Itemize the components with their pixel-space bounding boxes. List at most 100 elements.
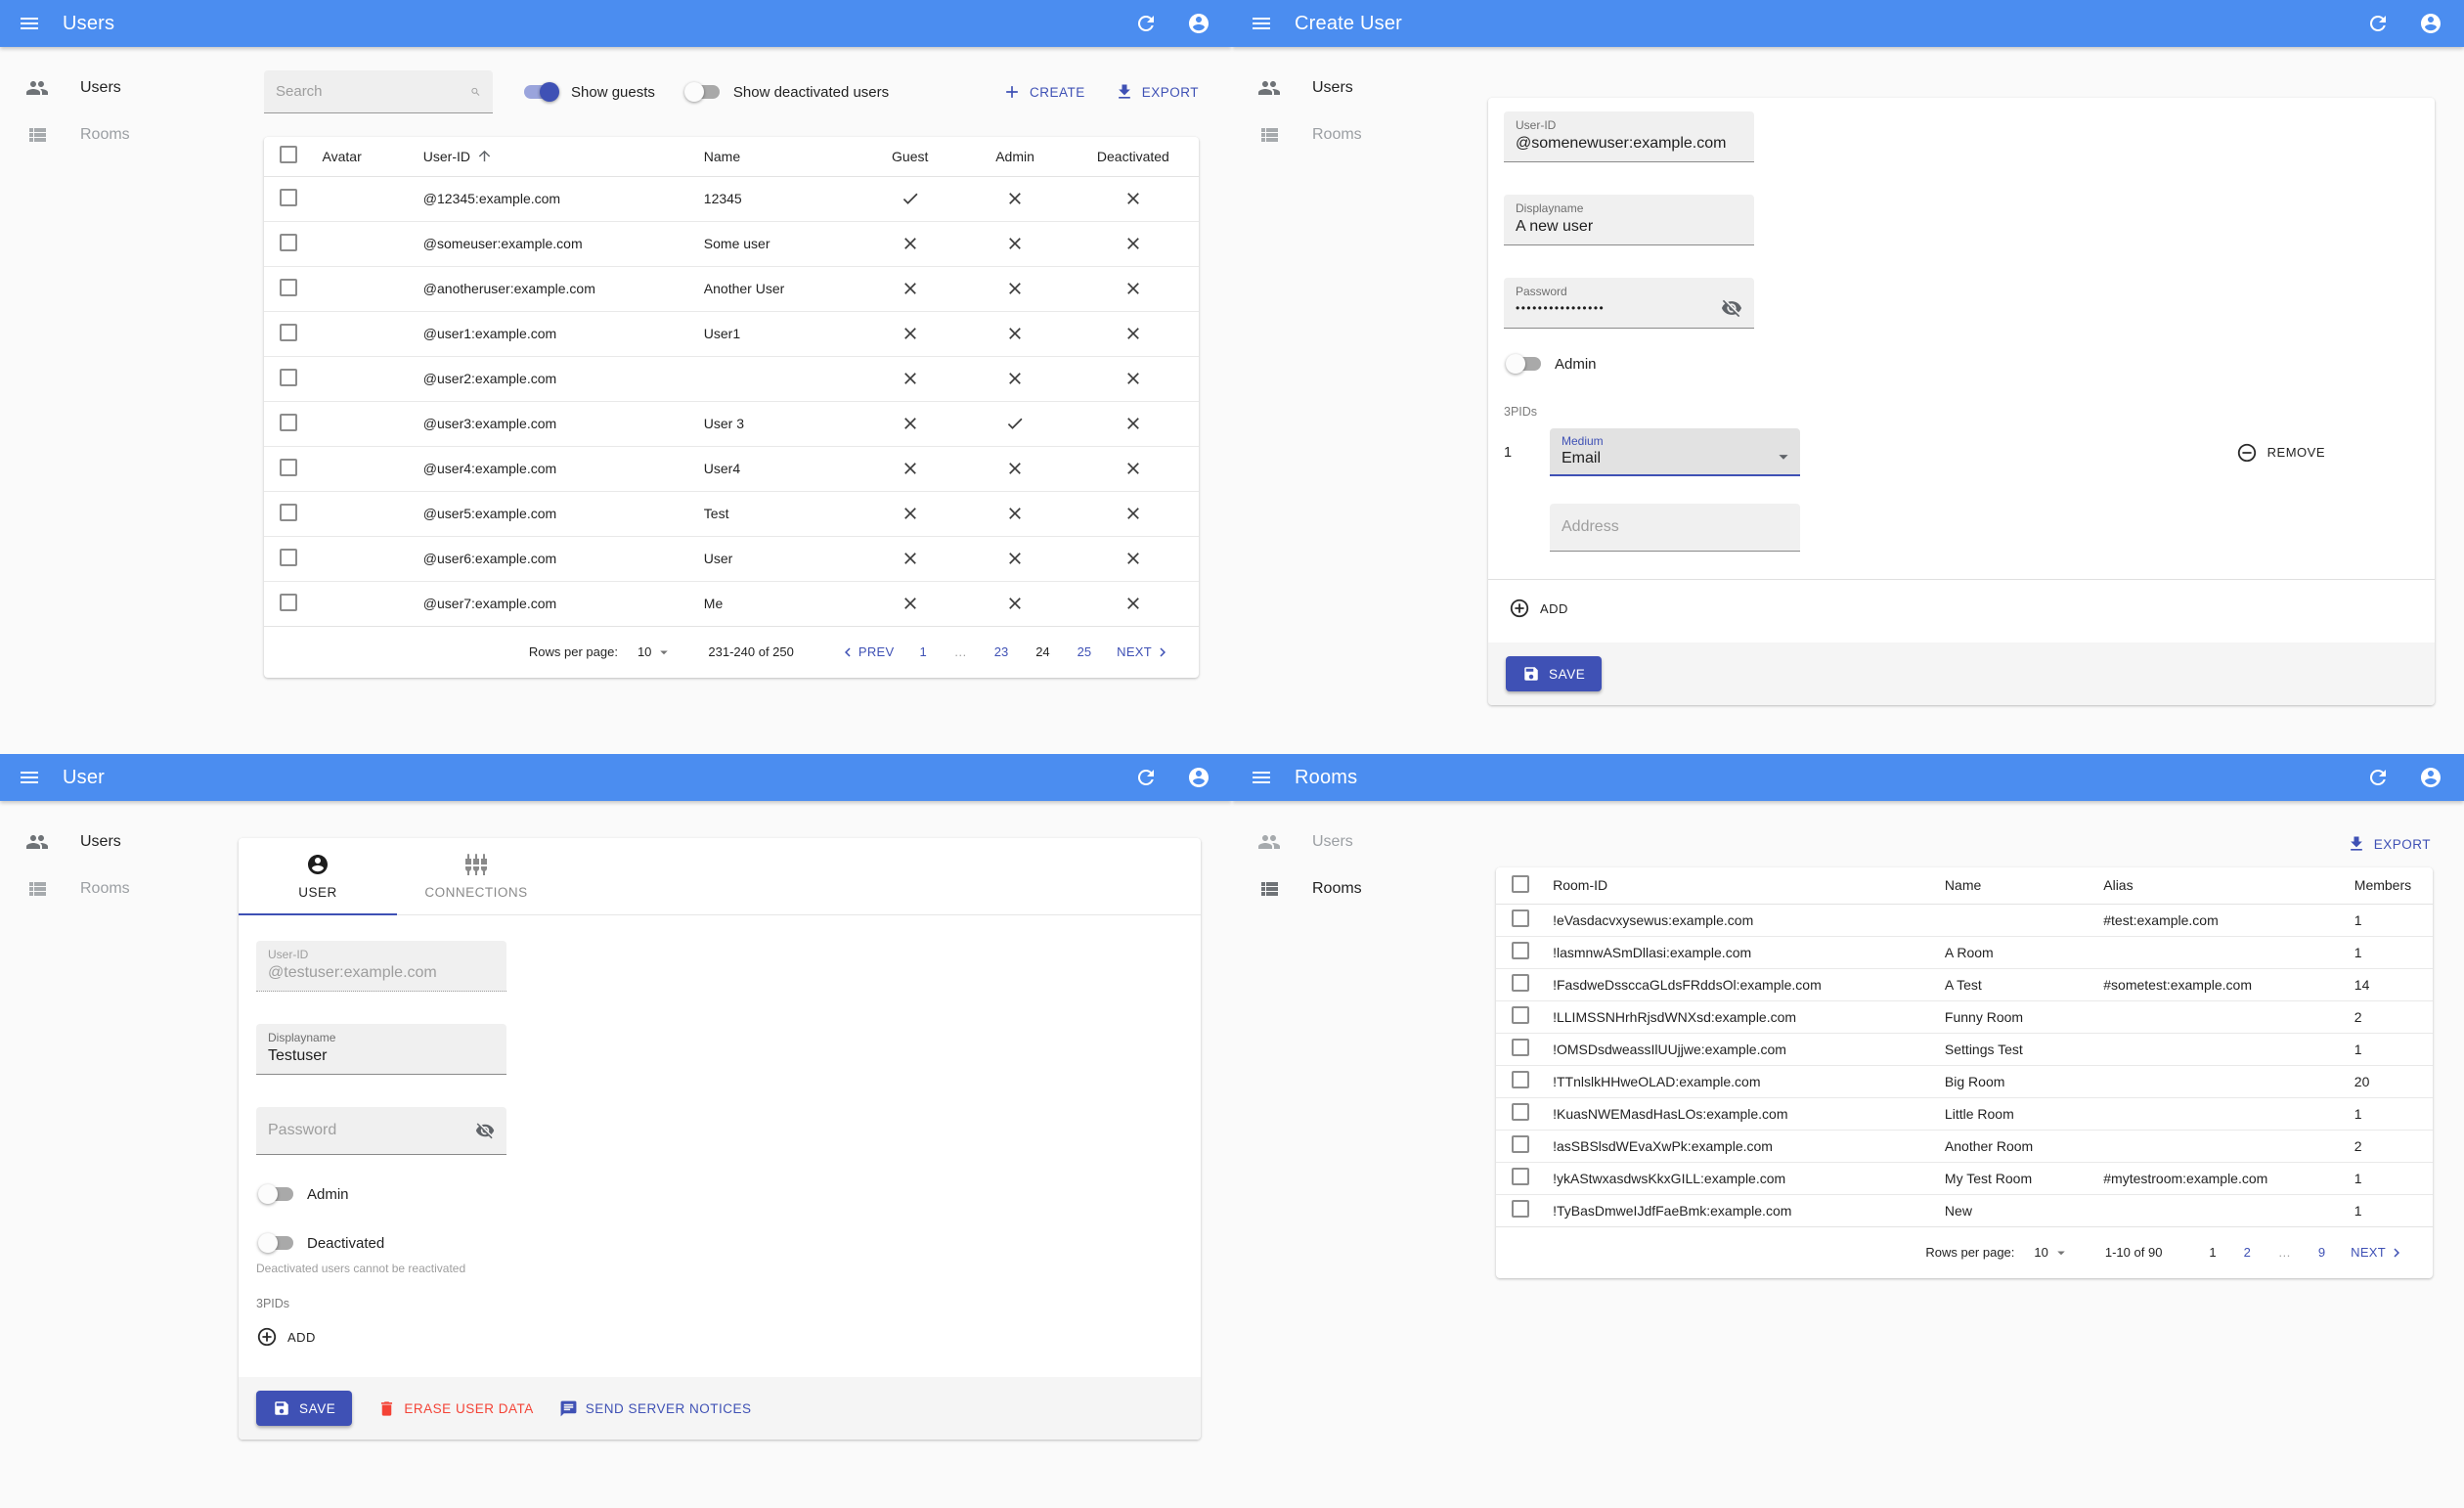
search-field[interactable] xyxy=(264,70,493,113)
row-checkbox[interactable] xyxy=(280,458,297,476)
search-input[interactable] xyxy=(276,83,470,100)
sidebar-item-rooms[interactable]: Rooms xyxy=(0,111,250,158)
admin-switch[interactable] xyxy=(1506,354,1543,374)
row-checkbox[interactable] xyxy=(280,233,297,251)
erase-user-data-button[interactable]: ERASE USER DATA xyxy=(377,1399,533,1418)
row-checkbox[interactable] xyxy=(1512,1168,1529,1185)
displayname-field[interactable]: Displayname Testuser xyxy=(256,1024,506,1075)
prev-page-button[interactable]: PREV xyxy=(839,643,895,661)
page-number[interactable]: 1 xyxy=(919,644,926,659)
account-icon[interactable] xyxy=(1187,12,1210,35)
table-row[interactable]: @user5:example.com Test xyxy=(264,491,1199,537)
row-checkbox[interactable] xyxy=(280,413,297,431)
export-button[interactable]: EXPORT xyxy=(1115,82,1199,102)
row-checkbox[interactable] xyxy=(1512,1200,1529,1218)
visibility-off-icon[interactable] xyxy=(1721,297,1742,319)
page-number[interactable]: 9 xyxy=(2318,1245,2325,1260)
sidebar-item-users[interactable]: Users xyxy=(1232,819,1482,865)
table-row[interactable]: !KuasNWEMasdHasLOs:example.com Little Roo… xyxy=(1496,1097,2433,1131)
account-icon[interactable] xyxy=(1187,766,1210,789)
col-header-admin[interactable]: Admin xyxy=(962,137,1068,177)
col-header-user-id[interactable]: User-ID xyxy=(413,137,694,177)
refresh-icon[interactable] xyxy=(1134,12,1158,35)
save-button[interactable]: SAVE xyxy=(1506,656,1603,691)
col-header-members[interactable]: Members xyxy=(2344,867,2433,905)
table-row[interactable]: @user4:example.com User4 xyxy=(264,446,1199,492)
table-row[interactable]: !FasdweDssccaGLdsFRddsOl:example.com A Te… xyxy=(1496,968,2433,1001)
row-checkbox[interactable] xyxy=(1512,974,1529,992)
sidebar-item-users[interactable]: Users xyxy=(0,819,244,865)
table-row[interactable]: !LLIMSSNHrhRjsdWNXsd:example.com Funny Ro… xyxy=(1496,1000,2433,1034)
refresh-icon[interactable] xyxy=(1134,766,1158,789)
col-header-name[interactable]: Name xyxy=(693,137,858,177)
account-icon[interactable] xyxy=(2419,12,2442,35)
table-row[interactable]: !TTnlslkHHweOLAD:example.com Big Room 20 xyxy=(1496,1065,2433,1098)
table-row[interactable]: @someuser:example.com Some user xyxy=(264,221,1199,267)
row-checkbox[interactable] xyxy=(1512,1135,1529,1153)
row-checkbox[interactable] xyxy=(1512,1071,1529,1088)
save-button[interactable]: SAVE xyxy=(256,1391,353,1426)
row-checkbox[interactable] xyxy=(280,503,297,521)
tab-connections[interactable]: CONNECTIONS xyxy=(397,838,555,914)
remove-threepid-button[interactable]: REMOVE xyxy=(2236,442,2325,464)
menu-icon[interactable] xyxy=(18,766,41,789)
create-button[interactable]: CREATE xyxy=(1002,82,1085,102)
row-checkbox[interactable] xyxy=(1512,909,1529,927)
row-checkbox[interactable] xyxy=(280,278,297,296)
show-guests-switch[interactable] xyxy=(522,82,559,102)
show-deactivated-switch[interactable] xyxy=(683,82,722,102)
sidebar-item-users[interactable]: Users xyxy=(0,65,250,111)
menu-icon[interactable] xyxy=(1250,766,1273,789)
row-checkbox[interactable] xyxy=(280,188,297,206)
add-threepid-button[interactable]: ADD xyxy=(1509,598,2435,619)
col-header-deactivated[interactable]: Deactivated xyxy=(1067,137,1199,177)
row-checkbox[interactable] xyxy=(1512,1006,1529,1024)
account-icon[interactable] xyxy=(2419,766,2442,789)
table-row[interactable]: !TyBasDmweIJdfFaeBmk:example.com New 1 xyxy=(1496,1194,2433,1227)
table-row[interactable]: !asSBSlsdWEvaXwPk:example.com Another Roo… xyxy=(1496,1130,2433,1163)
table-row[interactable]: !ykAStwxasdwsKkxGILL:example.com My Test … xyxy=(1496,1162,2433,1195)
send-server-notices-button[interactable]: SEND SERVER NOTICES xyxy=(559,1399,752,1418)
password-input[interactable] xyxy=(268,1121,475,1139)
export-button[interactable]: EXPORT xyxy=(2347,834,2431,854)
menu-icon[interactable] xyxy=(18,12,41,35)
rows-per-page-select[interactable]: 10 xyxy=(638,643,673,661)
row-checkbox[interactable] xyxy=(280,593,297,611)
refresh-icon[interactable] xyxy=(2366,766,2390,789)
menu-icon[interactable] xyxy=(1250,12,1273,35)
next-page-button[interactable]: NEXT xyxy=(2351,1244,2405,1262)
col-header-guest[interactable]: Guest xyxy=(858,137,963,177)
page-number[interactable]: 25 xyxy=(1078,644,1091,659)
page-number[interactable]: 2 xyxy=(2244,1245,2251,1260)
sidebar-item-rooms[interactable]: Rooms xyxy=(1232,865,1482,912)
medium-select[interactable]: Medium Email xyxy=(1550,428,1800,476)
sidebar-item-users[interactable]: Users xyxy=(1232,65,1482,111)
password-field[interactable]: Password •••••••••••••••• xyxy=(1504,278,1754,329)
page-number[interactable]: 23 xyxy=(994,644,1008,659)
address-input[interactable] xyxy=(1562,517,1788,536)
deactivated-switch[interactable] xyxy=(258,1233,295,1253)
row-checkbox[interactable] xyxy=(280,548,297,566)
table-row[interactable]: @anotheruser:example.com Another User xyxy=(264,266,1199,312)
table-row[interactable]: @user1:example.com User1 xyxy=(264,311,1199,357)
select-all-checkbox[interactable] xyxy=(1512,874,1529,893)
row-checkbox[interactable] xyxy=(1512,1103,1529,1121)
rows-per-page-select[interactable]: 10 xyxy=(2034,1244,2069,1262)
row-checkbox[interactable] xyxy=(280,368,297,386)
row-checkbox[interactable] xyxy=(1512,1039,1529,1056)
table-row[interactable]: !OMSDsdweassIlUUjjwe:example.com Settings… xyxy=(1496,1033,2433,1066)
refresh-icon[interactable] xyxy=(2366,12,2390,35)
add-threepid-button[interactable]: ADD xyxy=(256,1326,1201,1348)
next-page-button[interactable]: NEXT xyxy=(1117,643,1171,661)
sidebar-item-rooms[interactable]: Rooms xyxy=(1232,111,1482,158)
user-id-field[interactable]: User-ID @somenewuser:example.com xyxy=(1504,111,1754,162)
table-row[interactable]: !lasmnwASmDllasi:example.com A Room 1 xyxy=(1496,936,2433,969)
sidebar-item-rooms[interactable]: Rooms xyxy=(0,865,244,912)
col-header-name[interactable]: Name xyxy=(1934,867,2094,905)
address-field[interactable] xyxy=(1550,504,1800,552)
admin-switch[interactable] xyxy=(258,1184,295,1204)
table-row[interactable]: @user7:example.com Me xyxy=(264,581,1199,627)
col-header-room-id[interactable]: Room-ID xyxy=(1543,867,1935,905)
table-row[interactable]: @12345:example.com 12345 xyxy=(264,176,1199,222)
table-row[interactable]: @user6:example.com User xyxy=(264,536,1199,582)
